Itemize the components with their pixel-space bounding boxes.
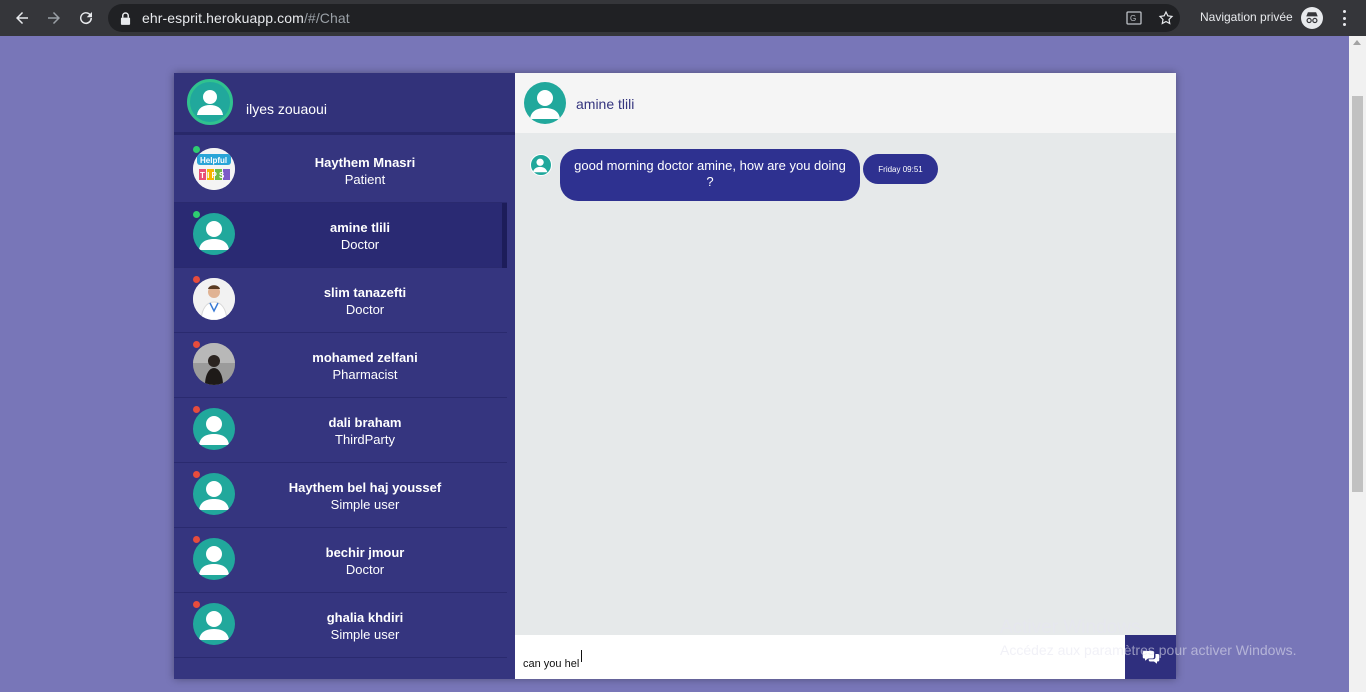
person-photo-avatar (193, 343, 235, 385)
recipient-avatar (524, 82, 566, 124)
contact-item[interactable]: mohamed zelfani Pharmacist (174, 333, 507, 398)
contact-name: Haythem Mnasri (314, 155, 416, 170)
contact-role: Patient (344, 172, 386, 187)
contact-name: amine tlili (330, 220, 390, 235)
default-user-avatar (193, 408, 235, 450)
online-status-dot (193, 211, 200, 218)
browser-toolbar: ehr-esprit.herokuapp.com/#/Chat G Naviga… (0, 0, 1366, 36)
text-caret (581, 650, 582, 662)
private-browsing-label: Navigation privée (1200, 10, 1293, 24)
offline-status-dot (193, 601, 200, 608)
contact-item[interactable]: Haythem bel haj youssef Simple user (174, 463, 507, 528)
back-button[interactable] (6, 0, 38, 36)
address-bar[interactable]: ehr-esprit.herokuapp.com/#/Chat G (108, 4, 1180, 32)
incognito-icon[interactable] (1301, 7, 1323, 29)
current-user-header: ilyes zouaoui (174, 73, 515, 135)
contact-role: Doctor (345, 562, 385, 577)
message-timestamp: Friday 09:51 (863, 154, 938, 184)
reload-icon (80, 12, 93, 25)
contact-item[interactable]: Helpful T I P S Haythem Mnasri Patient (174, 138, 507, 203)
offline-status-dot (193, 406, 200, 413)
forward-button[interactable] (38, 0, 70, 36)
doctor-photo-avatar (193, 278, 235, 320)
conversation-header: amine tlili (515, 73, 1176, 133)
contact-name: bechir jmour (325, 545, 405, 560)
contact-item[interactable]: slim tanazefti Doctor (174, 268, 507, 333)
watermark-title: Activer Windows (1000, 617, 1141, 638)
online-status-dot (193, 146, 200, 153)
reload-button[interactable] (70, 0, 102, 36)
contact-list: Helpful T I P S Haythem Mnasri Patient a… (174, 138, 507, 658)
default-user-avatar (193, 473, 235, 515)
contacts-sidebar: ilyes zouaoui Helpful T I P S Haythem Mn… (174, 73, 515, 679)
url-host: ehr-esprit.herokuapp.com (142, 10, 304, 26)
conversation-panel: amine tlili good morning doctor amine, h… (515, 73, 1176, 679)
url-text: ehr-esprit.herokuapp.com/#/Chat (142, 10, 350, 26)
contact-name: dali braham (328, 415, 402, 430)
contact-name: Haythem bel haj youssef (288, 480, 442, 495)
star-icon[interactable] (1158, 10, 1174, 26)
contact-item[interactable]: bechir jmour Doctor (174, 528, 507, 593)
current-user-avatar (187, 79, 233, 125)
scroll-up-arrow-icon[interactable] (1353, 40, 1361, 45)
translate-icon[interactable]: G (1126, 10, 1142, 26)
page-scrollbar[interactable] (1349, 36, 1366, 692)
contact-role: Simple user (330, 627, 400, 642)
default-user-avatar (193, 538, 235, 580)
helpful-tips-avatar: Helpful T I P S (193, 148, 235, 190)
browser-menu-button[interactable] (1336, 8, 1352, 28)
url-path: /#/Chat (303, 10, 350, 26)
windows-activation-watermark: Activer Windows Accédez aux paramètres p… (1000, 617, 1296, 658)
scrollbar-thumb[interactable] (1352, 96, 1363, 492)
offline-status-dot (193, 341, 200, 348)
arrow-left-icon (16, 12, 28, 24)
message-sender-avatar (530, 154, 552, 176)
contact-role: Simple user (330, 497, 400, 512)
offline-status-dot (193, 276, 200, 283)
svg-text:G: G (1130, 14, 1136, 23)
offline-status-dot (193, 471, 200, 478)
contact-name: slim tanazefti (323, 285, 407, 300)
contact-item[interactable]: ghalia khdiri Simple user (174, 593, 507, 658)
contact-item[interactable]: dali braham ThirdParty (174, 398, 507, 463)
contact-item-active[interactable]: amine tlili Doctor (174, 203, 507, 268)
arrow-right-icon (48, 12, 60, 24)
offline-status-dot (193, 536, 200, 543)
contact-role: Doctor (345, 302, 385, 317)
lock-icon (120, 11, 132, 25)
recipient-name: amine tlili (576, 96, 635, 112)
svg-text:T I P S: T I P S (200, 171, 225, 180)
contact-name: ghalia khdiri (326, 610, 404, 625)
default-user-avatar (193, 603, 235, 645)
contact-name: mohamed zelfani (312, 350, 418, 365)
message-bubble: good morning doctor amine, how are you d… (560, 149, 860, 201)
current-user-name: ilyes zouaoui (246, 101, 327, 117)
chat-window: ilyes zouaoui Helpful T I P S Haythem Mn… (174, 73, 1176, 679)
watermark-subtitle: Accédez aux paramètres pour activer Wind… (1000, 642, 1297, 658)
contact-role: Pharmacist (332, 367, 398, 382)
contact-role: ThirdParty (335, 432, 395, 447)
contact-role: Doctor (340, 237, 380, 252)
svg-text:Helpful: Helpful (200, 156, 227, 165)
